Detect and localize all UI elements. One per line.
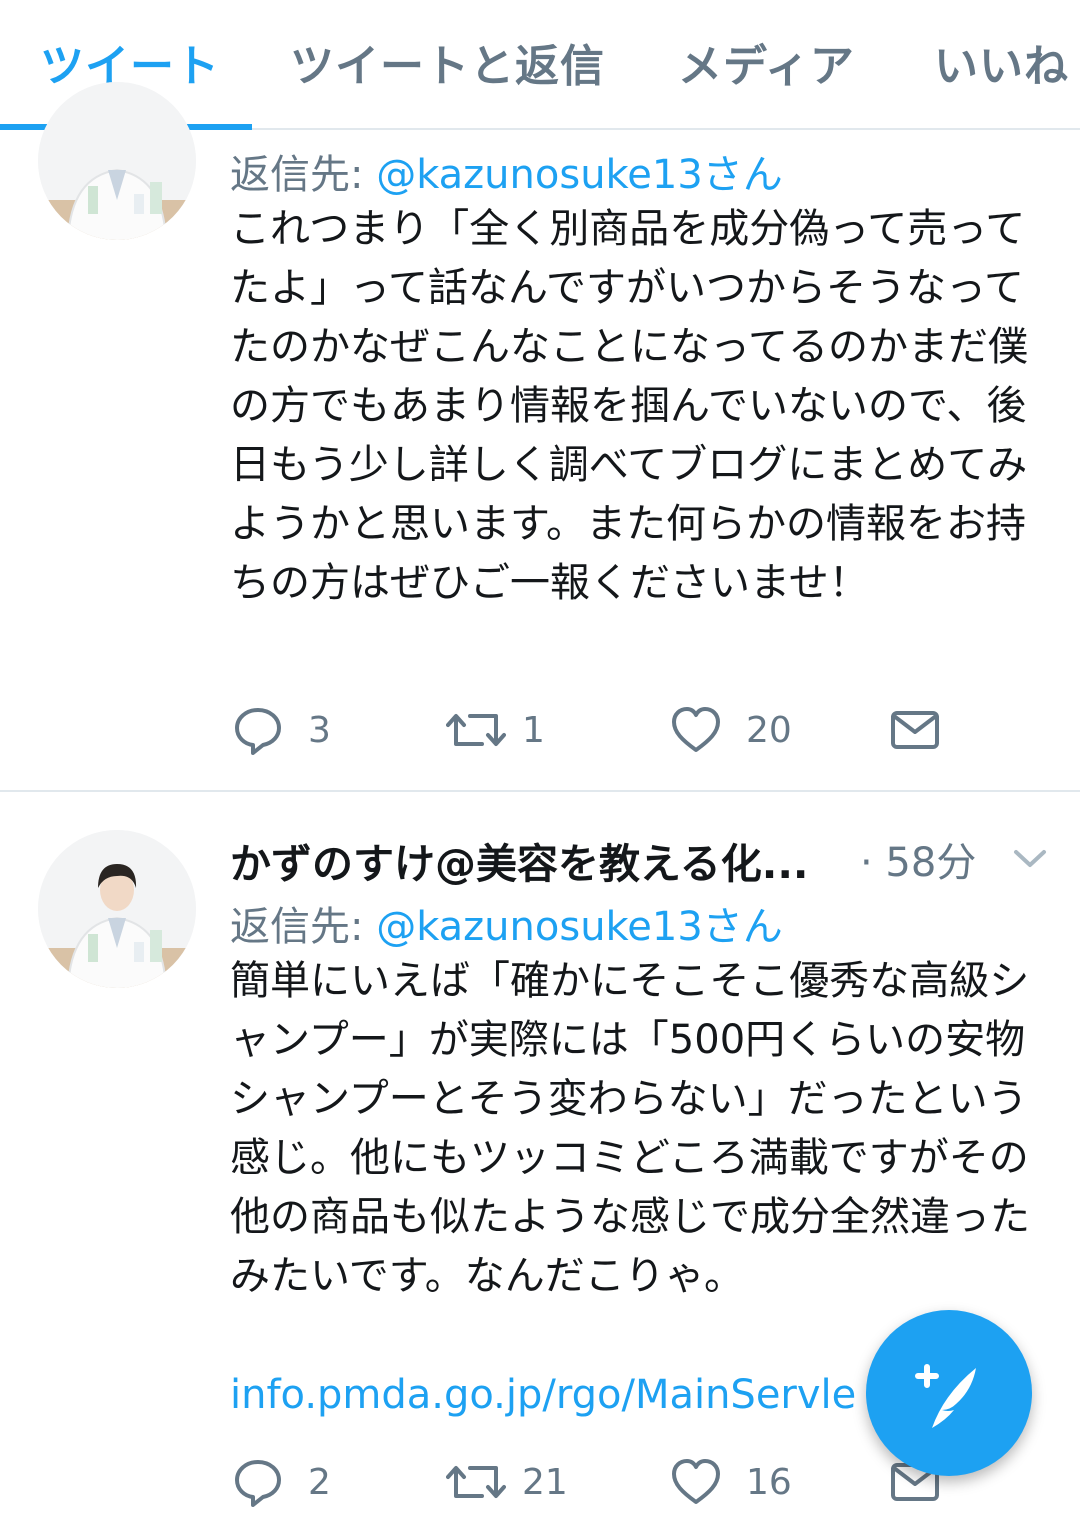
retweet-count: 21 [522, 1462, 568, 1503]
reply-to-line: 返信先: @kazunosuke13さん [230, 142, 783, 200]
compose-tweet-icon [915, 1364, 976, 1428]
reply-to-line: 返信先: @kazunosuke13さん [230, 894, 783, 952]
tweet-divider [0, 790, 1080, 792]
retweet-count: 1 [522, 710, 545, 751]
like-icon [672, 1459, 720, 1504]
tweet-time: · 58分 [860, 840, 977, 886]
reply-to-label: 返信先: [230, 152, 364, 198]
tab-tweets-and-replies[interactable]: ツイートと返信 [290, 30, 605, 94]
tweet-text: これつまり「全く別商品を成分偽って売ってたよ」って話なんですがいつからそうなって… [230, 206, 1028, 606]
avatar[interactable] [38, 830, 196, 988]
author-name[interactable]: かずのすけ@美容を教える化... [230, 830, 850, 890]
reply-button[interactable]: 2 [232, 1456, 372, 1516]
tweet-link[interactable]: info.pmda.go.jp/rgo/MainServle [230, 1372, 880, 1418]
reply-to-handle[interactable]: @kazunosuke13さん [376, 904, 783, 950]
like-icon [672, 707, 720, 752]
reply-count: 2 [308, 1462, 331, 1503]
retweet-button[interactable]: 21 [446, 1456, 586, 1516]
reply-button[interactable]: 3 [232, 704, 372, 764]
retweet-icon [446, 714, 506, 746]
chevron-down-icon[interactable] [1010, 838, 1050, 878]
tweet-text: 簡単にいえば「確かにそこそこ優秀な高級シャンプー」が実際には「500円くらいの安… [230, 958, 1030, 1299]
retweet-icon [446, 1466, 506, 1498]
dm-icon [891, 711, 939, 749]
like-button[interactable]: 16 [670, 1456, 830, 1516]
tweet-header: かずのすけ@美容を教える化... · 58分 [230, 830, 1050, 890]
like-button[interactable]: 20 [670, 704, 830, 764]
retweet-button[interactable]: 1 [446, 704, 586, 764]
reply-to-handle[interactable]: @kazunosuke13さん [376, 152, 783, 198]
reply-icon [235, 708, 281, 755]
compose-tweet-button[interactable] [866, 1310, 1032, 1476]
tab-likes[interactable]: いいね [934, 30, 1069, 94]
dm-button[interactable] [890, 704, 942, 764]
avatar[interactable] [38, 82, 196, 240]
like-count: 16 [746, 1462, 792, 1503]
like-count: 20 [746, 710, 792, 751]
reply-to-label: 返信先: [230, 904, 364, 950]
tab-media[interactable]: メディア [678, 30, 855, 94]
reply-icon [235, 1460, 281, 1507]
reply-count: 3 [308, 710, 331, 751]
